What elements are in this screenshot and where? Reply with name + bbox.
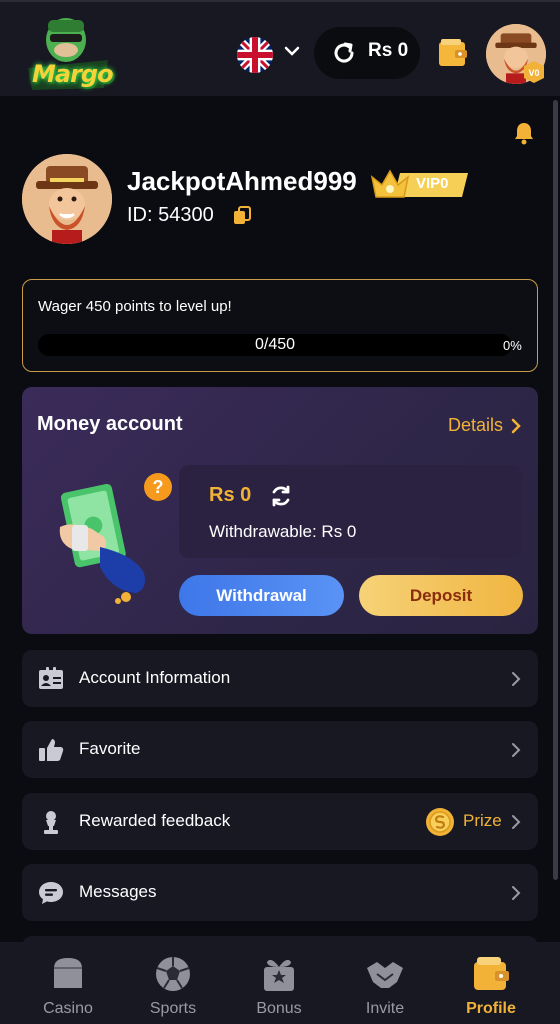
menu-label-messages: Messages [79, 882, 157, 901]
chevron-down-icon[interactable] [283, 42, 301, 60]
user-id: ID: 54300 [127, 204, 214, 226]
money-balance: Rs 0 [209, 484, 252, 506]
money-account-title: Money account [37, 413, 183, 435]
menu-label-account-information: Account Information [79, 668, 231, 687]
nav-label-invite: Invite [365, 1000, 405, 1017]
refresh-icon[interactable] [269, 484, 293, 508]
trophy-icon [44, 811, 58, 834]
casino-icon [54, 958, 82, 988]
menu-item-favorite[interactable]: Favorite [22, 721, 538, 778]
prize-label: Prize [463, 811, 502, 830]
nav-label-casino: Casino [43, 1000, 93, 1017]
withdrawal-button[interactable]: Withdrawal [179, 575, 344, 616]
username: JackpotAhmed999 [127, 166, 357, 196]
menu-label-rewarded-feedback: Rewarded feedback [79, 811, 231, 830]
header-balance: Rs 0 [368, 40, 409, 61]
chevron-right-icon [512, 743, 521, 757]
nav-tab-sports[interactable]: Sports [123, 942, 223, 1024]
svg-text:V0: V0 [528, 68, 539, 78]
details-link[interactable]: Details [448, 415, 503, 436]
wallet-icon [474, 957, 509, 990]
nav-tab-invite[interactable]: Invite [335, 942, 435, 1024]
chevron-right-icon [512, 672, 521, 686]
chevron-right-icon [512, 815, 521, 829]
vip-level-badge-icon: V0 [524, 61, 544, 83]
level-progress-card: Wager 450 points to level up! 0/450 0% [22, 279, 538, 372]
chevron-right-icon[interactable] [510, 418, 522, 434]
wallet-icon[interactable] [437, 38, 469, 68]
progress-label: 0/450 [254, 336, 296, 353]
level-progress-bar: 0/450 [38, 334, 512, 356]
handshake-icon [367, 962, 403, 988]
chevron-right-icon [512, 886, 521, 900]
bell-icon[interactable] [513, 121, 535, 145]
avatar-icon [22, 154, 112, 244]
gift-icon [264, 959, 294, 991]
menu-item-account-information[interactable]: Account Information [22, 650, 538, 707]
copy-icon[interactable] [232, 206, 252, 226]
nav-label-profile: Profile [466, 1000, 516, 1017]
cash-hand-icon [59, 483, 145, 604]
menu-item-messages[interactable]: Messages [22, 864, 538, 921]
profile-avatar[interactable] [22, 154, 112, 244]
help-icon[interactable]: ? [144, 473, 172, 501]
progress-percent: 0% [503, 338, 522, 353]
nav-label-sports: Sports [149, 1000, 197, 1017]
header-balance-pill[interactable]: Rs 0 [314, 27, 420, 79]
uk-flag-icon[interactable] [237, 37, 273, 73]
nav-tab-profile[interactable]: Profile [441, 942, 541, 1024]
money-account-card: Money account Details ? Rs 0 Withdrawabl… [22, 387, 538, 634]
menu-label-favorite: Favorite [79, 739, 141, 758]
nav-label-bonus: Bonus [256, 1000, 302, 1017]
message-bubble-icon [39, 882, 63, 904]
nav-tab-casino[interactable]: Casino [18, 942, 118, 1024]
menu-item-rewarded-feedback[interactable]: Rewarded feedback Prize [22, 793, 538, 850]
id-card-icon [39, 667, 63, 689]
top-header: Margo Rs 0 V0 [0, 0, 560, 96]
thumbs-up-icon [39, 739, 64, 761]
coin-icon [426, 808, 454, 836]
withdrawable-text: Withdrawable: Rs 0 [209, 522, 357, 541]
soccer-ball-icon [156, 957, 190, 991]
vip-label: VIP0 [416, 175, 449, 192]
deposit-button[interactable]: Deposit [359, 575, 523, 616]
nav-tab-bonus[interactable]: Bonus [229, 942, 329, 1024]
money-balance-box: Rs 0 Withdrawable: Rs 0 [179, 465, 522, 558]
page-scrollbar[interactable] [553, 100, 558, 880]
wager-text: Wager 450 points to level up! [38, 298, 232, 315]
margo-logo[interactable]: Margo [18, 10, 118, 94]
bottom-navigation: Casino Sports Bonus Invite Profile [0, 942, 560, 1024]
refresh-icon[interactable] [332, 41, 356, 65]
logo-text: Margo [32, 60, 114, 88]
